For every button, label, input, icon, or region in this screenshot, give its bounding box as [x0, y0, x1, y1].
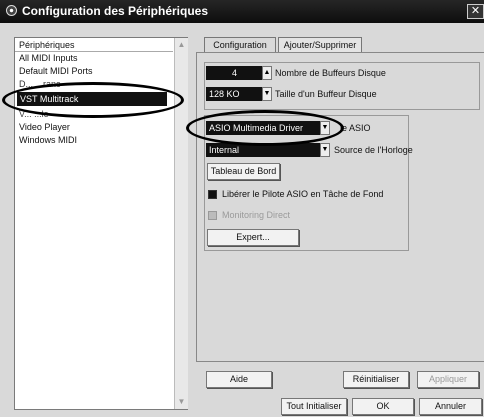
- list-item-windows-midi[interactable]: Windows MIDI: [19, 134, 77, 147]
- title-bar: Configuration des Périphériques ✕: [0, 0, 484, 23]
- buffer-size-label: Taille d'un Buffeur Disque: [275, 89, 377, 99]
- scroll-up-icon[interactable]: ▲: [176, 39, 187, 50]
- reset-button[interactable]: Réinitialiser: [343, 371, 409, 388]
- dropdown-arrow-icon[interactable]: ▼: [320, 121, 330, 135]
- device-setup-window: Configuration des Périphériques ✕ Périph…: [0, 0, 484, 417]
- help-button[interactable]: Aide: [206, 371, 272, 388]
- list-item-all-midi-inputs[interactable]: All MIDI Inputs: [19, 52, 78, 65]
- control-panel-button[interactable]: Tableau de Bord: [207, 163, 280, 180]
- cancel-button[interactable]: Annuler: [419, 398, 482, 415]
- buffer-count-field[interactable]: 4: [206, 66, 263, 80]
- close-button[interactable]: ✕: [467, 4, 484, 19]
- app-icon: [6, 5, 17, 16]
- release-driver-checkbox[interactable]: [208, 190, 217, 199]
- list-item-partial-1[interactable]: D... ...ranc: [19, 78, 61, 91]
- list-item-partial-2[interactable]: V... ...le: [19, 108, 49, 121]
- buffer-size-select[interactable]: 128 KO: [206, 87, 263, 101]
- reset-all-button[interactable]: Tout Initialiser: [281, 398, 347, 415]
- list-item-vst-multitrack[interactable]: VST Multitrack: [17, 92, 167, 106]
- clock-source-label: Source de l'Horloge: [334, 145, 413, 155]
- buffer-count-label: Nombre de Buffeurs Disque: [275, 68, 386, 78]
- dropdown-arrow-icon[interactable]: ▼: [262, 87, 272, 101]
- apply-button[interactable]: Appliquer: [417, 371, 479, 388]
- window-title: Configuration des Périphériques: [22, 4, 209, 18]
- direct-monitoring-checkbox[interactable]: [208, 211, 217, 220]
- tab-bar: Configuration Ajouter/Supprimer: [196, 37, 484, 54]
- release-driver-label: Libérer le Pilote ASIO en Tâche de Fond: [222, 189, 384, 199]
- configuration-panel: 4 ▲ Nombre de Buffeurs Disque 128 KO ▼ T…: [196, 52, 484, 388]
- direct-monitoring-label: Monitoring Direct: [222, 210, 291, 220]
- tab-add-remove[interactable]: Ajouter/Supprimer: [278, 37, 362, 53]
- scroll-down-icon[interactable]: ▼: [176, 396, 187, 407]
- clock-source-select[interactable]: Internal: [206, 143, 320, 157]
- dropdown-arrow-icon[interactable]: ▼: [320, 143, 330, 157]
- expert-button[interactable]: Expert...: [207, 229, 299, 246]
- device-list-scrollbar[interactable]: ▲ ▼: [174, 38, 188, 409]
- asio-driver-select[interactable]: ASIO Multimedia Driver: [206, 121, 320, 135]
- list-item-default-midi-ports[interactable]: Default MIDI Ports: [19, 65, 93, 78]
- list-item-video-player[interactable]: Video Player: [19, 121, 70, 134]
- device-list: Périphériques All MIDI Inputs Default MI…: [14, 37, 188, 410]
- asio-driver-label: le ASIO: [340, 123, 371, 133]
- ok-button[interactable]: OK: [352, 398, 414, 415]
- spin-buttons-icon[interactable]: ▲: [262, 66, 272, 80]
